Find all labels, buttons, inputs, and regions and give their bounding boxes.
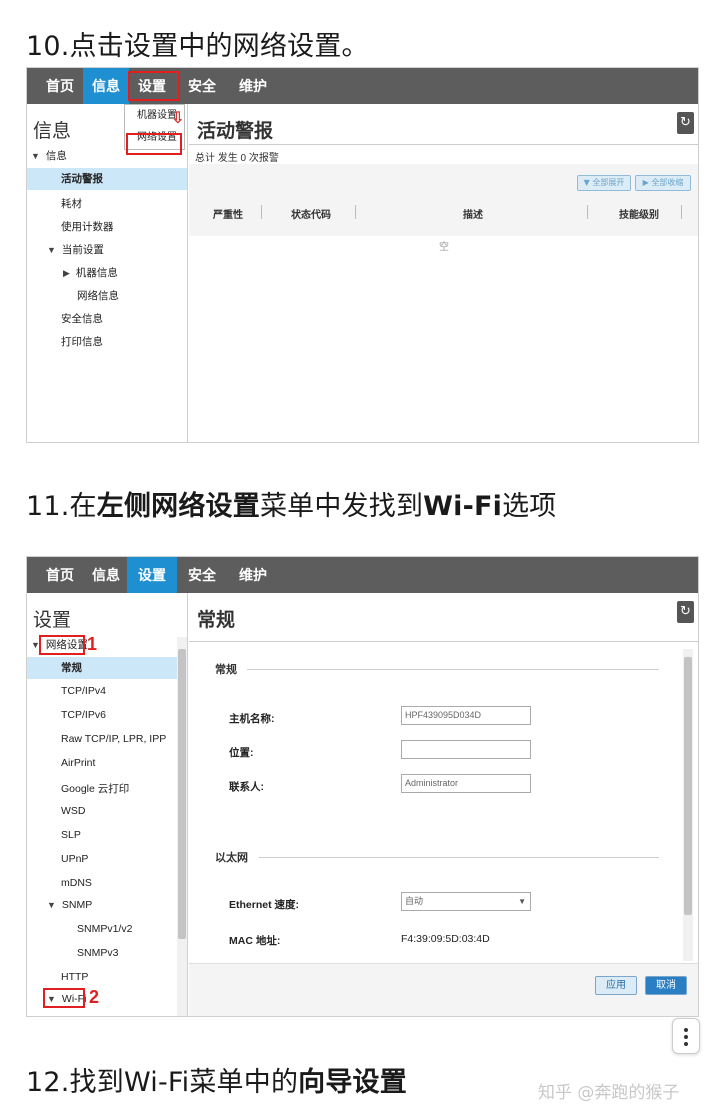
section-general-title: 常规 <box>215 664 237 676</box>
tree-item-current-settings[interactable]: ▼ 当前设置 <box>47 242 104 257</box>
apply-button[interactable]: 应用 <box>595 976 637 995</box>
tree-item-supplies[interactable]: 耗材 <box>61 196 82 211</box>
marker-number-1: 1 <box>87 634 98 654</box>
expand-all-button[interactable]: ▼ 全部展开 <box>577 175 631 191</box>
column-separator <box>681 205 682 219</box>
tree-item-general[interactable]: 常规 <box>27 657 177 679</box>
step-12-heading: 12.找到Wi-Fi菜单中的向导设置 <box>26 1067 407 1098</box>
step-11-heading: 11.在左侧网络设置菜单中发找到Wi-Fi选项 <box>26 491 557 522</box>
tree-item-usage-counter[interactable]: 使用计数器 <box>61 219 114 234</box>
arrow-down-icon: ⇩ <box>171 108 185 127</box>
tree-item-tcpipv4[interactable]: TCP/IPv4 <box>61 685 106 697</box>
divider <box>189 144 698 145</box>
tree-item-mdns[interactable]: mDNS <box>61 877 92 889</box>
section-ethernet-title: 以太网 <box>215 852 248 864</box>
left-scrollbar[interactable] <box>177 637 187 1016</box>
tree-item-info[interactable]: ▼ 信息 <box>31 148 67 163</box>
nav-tab-security[interactable]: 安全 <box>179 557 225 593</box>
column-description[interactable]: 描述 <box>463 206 483 221</box>
ethernet-speed-label: Ethernet 速度: <box>229 899 300 911</box>
tree-item-slp[interactable]: SLP <box>61 829 81 841</box>
content-title: 常规 <box>197 610 236 631</box>
nav-tab-home[interactable]: 首页 <box>35 557 85 593</box>
tree-item-tcpipv6[interactable]: TCP/IPv6 <box>61 709 106 721</box>
nav-tab-settings[interactable]: 设置 <box>127 557 177 593</box>
content-scrollbar[interactable] <box>683 649 693 961</box>
nav-tab-home[interactable]: 首页 <box>35 68 85 104</box>
collapse-triangle-icon: ▼ <box>47 900 56 910</box>
ethernet-speed-select[interactable]: 自动 ▼ <box>401 892 531 911</box>
tree-item-raw-tcpip[interactable]: Raw TCP/IP, LPR, IPP <box>61 733 166 745</box>
left-nav-panel: 设置 ▼ 网络设置 常规 TCP/IPv4 TCP/IPv6 Raw TCP/IP… <box>27 593 188 1016</box>
location-input[interactable] <box>401 740 531 759</box>
tree-item-print-info[interactable]: 打印信息 <box>61 334 103 349</box>
collapse-triangle-icon: ▼ <box>47 245 56 255</box>
mac-address-value: F4:39:09:5D:03:4D <box>401 933 490 945</box>
tree-item-airprint[interactable]: AirPrint <box>61 757 95 769</box>
nav-tab-info[interactable]: 信息 <box>83 68 129 104</box>
nav-tab-maintenance[interactable]: 维护 <box>227 68 279 104</box>
column-status-code[interactable]: 状态代码 <box>291 206 331 221</box>
tree-item-security-info[interactable]: 安全信息 <box>61 311 103 326</box>
content-title: 活动警报 <box>197 121 274 142</box>
refresh-icon[interactable]: ↻ <box>677 112 694 134</box>
empty-table-text: 空 <box>439 242 449 253</box>
panel-title: 设置 <box>33 610 72 631</box>
refresh-icon[interactable]: ↻ <box>677 601 694 623</box>
screenshot-info-page: 首页 信息 设置 安全 维护 信息 ▼ 信息 活动警报 耗材 使用计数器 ▼ 当前设… <box>26 67 699 443</box>
contact-label: 联系人: <box>229 781 264 793</box>
tree-item-snmpv3[interactable]: SNMPv3 <box>77 947 118 959</box>
collapse-triangle-icon: ▼ <box>31 151 40 161</box>
column-severity[interactable]: 严重性 <box>213 206 243 221</box>
tree-item-snmpv1v2[interactable]: SNMPv1/v2 <box>77 923 132 935</box>
marker-number-2: 2 <box>89 987 100 1007</box>
location-label: 位置: <box>229 747 254 759</box>
column-separator <box>261 205 262 219</box>
tree-item-network-info[interactable]: 网络信息 <box>77 288 119 303</box>
step-10-heading: 10.点击设置中的网络设置。 <box>26 31 369 62</box>
network-settings-highlight-box <box>39 635 85 655</box>
section-rule <box>259 857 659 858</box>
expand-triangle-icon: ▶ <box>63 268 70 278</box>
left-scrollbar-thumb[interactable] <box>178 649 186 939</box>
tree-item-machine-info[interactable]: ▶ 机器信息 <box>63 265 118 280</box>
column-separator <box>355 205 356 219</box>
cancel-button[interactable]: 取消 <box>645 976 687 995</box>
screenshot-settings-page: 首页 信息 设置 安全 维护 设置 ▼ 网络设置 常规 TCP/IPv4 TCP/… <box>26 556 699 1017</box>
content-panel: 常规 ↻ 常规 主机名称: HPF439095D034D 位置: 联系人: Ad… <box>189 593 698 1016</box>
nav-tab-info[interactable]: 信息 <box>83 557 129 593</box>
section-rule <box>247 669 659 670</box>
divider <box>189 641 698 642</box>
tree-item-wsd[interactable]: WSD <box>61 805 86 817</box>
watermark-text: 知乎 @奔跑的猴子 <box>538 1083 680 1103</box>
wifi-highlight-box <box>43 988 85 1008</box>
more-options-icon[interactable] <box>672 1018 700 1054</box>
hostname-label: 主机名称: <box>229 713 275 725</box>
contact-input[interactable]: Administrator <box>401 774 531 793</box>
tree-item-http[interactable]: HTTP <box>61 971 88 983</box>
panel-title: 信息 <box>33 121 72 142</box>
collapse-all-button[interactable]: ▶ 全部收缩 <box>635 175 691 191</box>
nav-tab-maintenance[interactable]: 维护 <box>227 557 279 593</box>
tree-item-google-cloud-print[interactable]: Google 云打印 <box>61 781 129 796</box>
tree-item-upnp[interactable]: UPnP <box>61 853 88 865</box>
alert-summary: 总计 发生 0 次报警 <box>195 153 279 164</box>
column-separator <box>587 205 588 219</box>
settings-highlight-box <box>128 71 180 101</box>
tree-item-snmp[interactable]: ▼ SNMP <box>47 899 92 911</box>
nav-tab-security[interactable]: 安全 <box>179 68 225 104</box>
content-scrollbar-thumb[interactable] <box>684 657 692 915</box>
hostname-input[interactable]: HPF439095D034D <box>401 706 531 725</box>
mac-address-label: MAC 地址: <box>229 935 281 947</box>
top-nav-bar: 首页 信息 设置 安全 维护 <box>27 557 698 593</box>
tree-item-active-alerts[interactable]: 活动警报 <box>27 168 187 190</box>
content-panel: 活动警报 ↻ 总计 发生 0 次报警 ▼ 全部展开 ▶ 全部收缩 严重性 状态代… <box>189 104 698 442</box>
chevron-down-icon: ▼ <box>518 897 526 906</box>
network-settings-highlight-box <box>126 133 182 155</box>
column-skill-level[interactable]: 技能级别 <box>619 206 659 221</box>
